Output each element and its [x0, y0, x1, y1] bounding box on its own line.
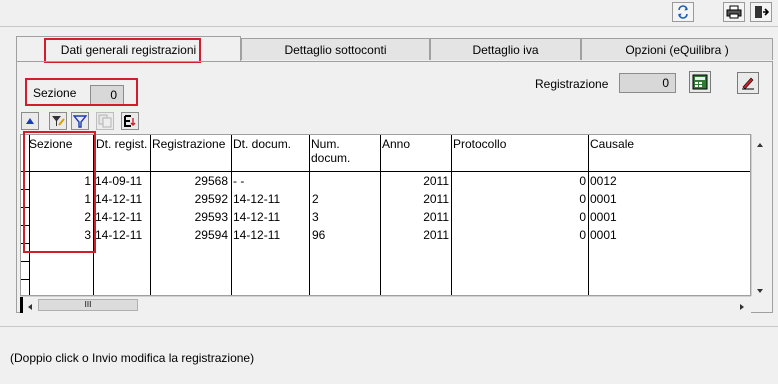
- cell-registrazione: 29592: [194, 192, 228, 206]
- highlight-sezione: [25, 78, 138, 106]
- vertical-scrollbar[interactable]: [751, 134, 768, 296]
- cell-registrazione: 29568: [194, 174, 228, 188]
- status-divider: [0, 326, 778, 327]
- cell-dt-docum: 14-12-11: [233, 210, 281, 224]
- filter-edit-icon[interactable]: [49, 112, 67, 130]
- column-header-num-docum[interactable]: Num. docum.: [311, 137, 371, 165]
- tab-dettaglio-iva[interactable]: Dettaglio iva: [430, 38, 581, 60]
- cell-anno: 2011: [423, 210, 449, 224]
- export-icon[interactable]: [121, 112, 139, 130]
- cell-dt-regist: 14-09-11: [95, 174, 143, 188]
- column-header-dt-regist[interactable]: Dt. regist.: [96, 137, 147, 151]
- cell-num-docum: 2: [312, 192, 319, 206]
- cell-dt-regist: 14-12-11: [95, 192, 143, 206]
- cell-protocollo: 0: [579, 192, 586, 206]
- column-header-protocollo[interactable]: Protocollo: [453, 137, 506, 151]
- cell-num-docum: 3: [312, 210, 319, 224]
- cell-causale: 0001: [590, 192, 617, 206]
- cell-registrazione: 29593: [194, 210, 228, 224]
- scroll-left-icon[interactable]: [26, 301, 34, 315]
- cell-causale: 0012: [590, 174, 617, 188]
- cell-anno: 2011: [423, 192, 449, 206]
- registrazione-label: Registrazione: [535, 77, 609, 91]
- row-indicator: [21, 261, 29, 262]
- print-icon[interactable]: [723, 2, 745, 22]
- header-divider: [21, 171, 750, 172]
- cell-dt-docum: - -: [233, 174, 245, 188]
- registrazione-field[interactable]: 0: [619, 73, 676, 93]
- column-header-registrazione[interactable]: Registrazione: [152, 137, 225, 151]
- tab-label: Dettaglio sottoconti: [284, 42, 387, 57]
- cell-causale: 0001: [590, 210, 617, 224]
- filter-icon[interactable]: [71, 112, 89, 130]
- tab-label: Opzioni (eQuilibra ): [625, 42, 729, 57]
- cell-dt-docum: 14-12-11: [233, 192, 281, 206]
- cell-protocollo: 0: [579, 210, 586, 224]
- column-header-dt-docum[interactable]: Dt. docum.: [233, 137, 291, 151]
- tab-opzioni[interactable]: Opzioni (eQuilibra ): [581, 38, 773, 60]
- cell-protocollo: 0: [579, 228, 586, 242]
- highlight-tab: [44, 38, 201, 63]
- cell-protocollo: 0: [579, 174, 586, 188]
- cell-dt-regist: 14-12-11: [95, 210, 143, 224]
- row-indicator: [21, 279, 29, 280]
- clear-edit-icon[interactable]: [737, 72, 759, 94]
- status-text: (Doppio click o Invio modifica la regist…: [10, 351, 255, 365]
- row-marker: [20, 297, 23, 313]
- scroll-up-icon[interactable]: [755, 138, 765, 152]
- cell-causale: 0001: [590, 228, 617, 242]
- cell-anno: 2011: [423, 174, 449, 188]
- tab-label: Dettaglio iva: [472, 42, 539, 57]
- cell-registrazione: 29594: [194, 228, 228, 242]
- horizontal-scrollbar[interactable]: III: [20, 296, 751, 313]
- scroll-right-icon[interactable]: [738, 301, 746, 315]
- cell-dt-regist: 14-12-11: [95, 228, 143, 242]
- cell-dt-docum: 14-12-11: [233, 228, 281, 242]
- cell-num-docum: 96: [312, 228, 326, 242]
- calculator-icon[interactable]: [689, 71, 711, 93]
- column-separator: [588, 135, 589, 295]
- scroll-down-icon[interactable]: [755, 284, 765, 298]
- tab-dettaglio-sottoconti[interactable]: Dettaglio sottoconti: [241, 38, 430, 60]
- column-separator: [309, 135, 310, 295]
- column-header-anno[interactable]: Anno: [382, 137, 410, 151]
- scroll-thumb[interactable]: III: [38, 299, 138, 311]
- registrations-grid[interactable]: Sezione Dt. regist. Registrazione Dt. do…: [20, 134, 751, 296]
- sort-up-icon[interactable]: [21, 112, 39, 130]
- copy-icon[interactable]: [96, 112, 114, 130]
- column-header-causale[interactable]: Causale: [590, 137, 634, 151]
- highlight-sezione-column: [23, 131, 96, 253]
- top-toolbar: [0, 0, 778, 27]
- exit-icon[interactable]: [750, 2, 772, 22]
- refresh-icon[interactable]: [672, 2, 694, 22]
- cell-anno: 2011: [423, 228, 449, 242]
- column-separator: [231, 135, 232, 295]
